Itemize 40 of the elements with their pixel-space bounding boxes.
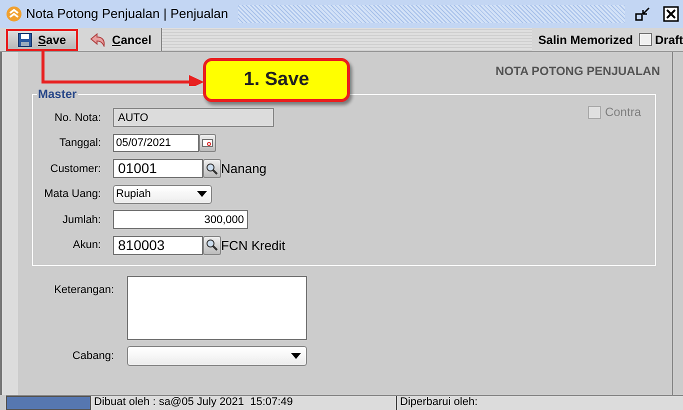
- callout: 1. Save: [203, 58, 350, 102]
- draft-label: Draft: [654, 32, 683, 48]
- cabang-dropdown[interactable]: [127, 346, 307, 366]
- undo-arrow-icon: [90, 32, 106, 46]
- field-label: Customer:: [49, 162, 101, 176]
- calendar-button[interactable]: [199, 134, 216, 152]
- restore-icon[interactable]: [635, 6, 651, 22]
- date-field[interactable]: 05/07/2021: [113, 134, 199, 152]
- contra-label: Contra: [604, 104, 641, 121]
- input-field[interactable]: 810003: [113, 236, 203, 255]
- search-icon: [206, 239, 218, 252]
- dropdown[interactable]: Rupiah: [113, 184, 212, 204]
- app-logo-icon: [6, 6, 22, 22]
- close-icon[interactable]: [663, 6, 679, 22]
- keterangan-field[interactable]: [127, 276, 307, 340]
- search-button[interactable]: [203, 236, 221, 255]
- field-label: Keterangan:: [53, 283, 114, 298]
- input-field[interactable]: 01001: [113, 159, 203, 178]
- save-button[interactable]: Save: [6, 28, 78, 50]
- form-heading: NOTA POTONG PENJUALAN: [496, 63, 660, 80]
- cancel-button[interactable]: Cancel: [84, 28, 158, 50]
- field-label: Jumlah:: [61, 212, 101, 228]
- field-label: No. Nota:: [54, 110, 101, 126]
- calendar-icon: [202, 139, 213, 148]
- search-icon: [206, 162, 218, 175]
- lookup-name: FCN Kredit: [221, 236, 286, 254]
- field-label: Cabang:: [71, 348, 114, 364]
- draft-checkbox[interactable]: [638, 33, 652, 46]
- field-label: Tanggal:: [58, 136, 101, 151]
- caret-icon: [291, 353, 301, 359]
- field-label: Mata Uang:: [43, 187, 101, 202]
- window-title: Nota Potong Penjualan | Penjualan: [26, 5, 228, 24]
- lookup-name: Nanang: [221, 160, 267, 178]
- caret-icon: [197, 191, 207, 198]
- input-field[interactable]: 300,000: [113, 210, 248, 230]
- status-text: Diperbarui oleh:: [399, 396, 479, 410]
- salin-memorized-label: Salin Memorized: [538, 32, 633, 48]
- status-text: Dibuat oleh : sa@05 July 2021 15:07:49: [91, 396, 397, 410]
- field-label: Akun:: [72, 238, 101, 253]
- search-button[interactable]: [203, 159, 221, 178]
